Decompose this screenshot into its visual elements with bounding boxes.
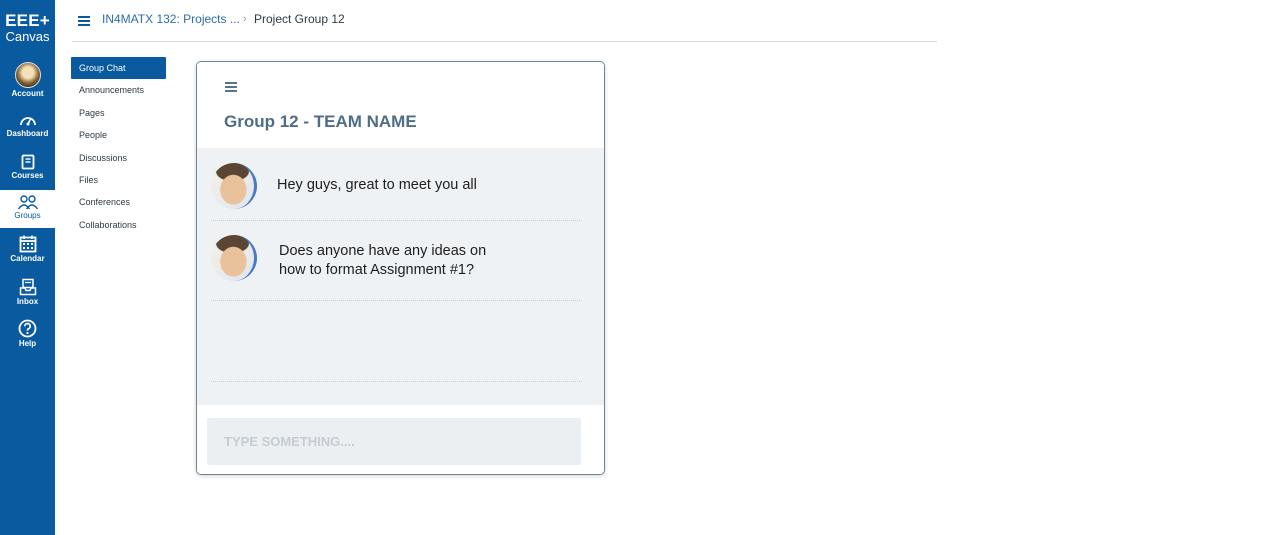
account-avatar-icon	[14, 62, 41, 88]
course-nav-files[interactable]: Files	[71, 169, 166, 191]
course-nav-announcements[interactable]: Announcements	[71, 79, 166, 101]
inbox-icon	[19, 278, 36, 296]
chat-input-area	[197, 405, 604, 474]
global-nav-calendar[interactable]: Calendar	[0, 235, 55, 263]
logo-line1: EEE+	[5, 11, 50, 30]
global-nav: EEE+ Canvas Account Dashboard Courses Gr…	[0, 0, 55, 535]
group-chat-panel: Group 12 - TEAM NAME Hey guys, great to …	[196, 61, 605, 475]
global-nav-label: Help	[18, 339, 37, 348]
calendar-icon	[19, 235, 36, 253]
global-nav-dashboard[interactable]: Dashboard	[0, 112, 55, 138]
message-divider	[211, 381, 582, 382]
global-nav-help[interactable]: Help	[0, 319, 55, 348]
courses-icon	[21, 154, 34, 170]
global-nav-label: Inbox	[16, 297, 39, 306]
chat-message-text: Hey guys, great to meet you all	[277, 176, 477, 195]
help-icon	[18, 319, 37, 338]
course-nav-group-chat[interactable]: Group Chat	[71, 57, 166, 80]
message-line: how to format Assignment #1?	[279, 262, 475, 278]
global-nav-label: Account	[11, 89, 44, 98]
course-nav-discussions[interactable]: Discussions	[71, 147, 166, 169]
dashboard-icon	[19, 117, 36, 126]
global-nav-groups[interactable]: Groups	[0, 190, 55, 228]
eee-canvas-logo[interactable]: EEE+ Canvas	[0, 12, 55, 43]
chat-group-title: Group 12 - TEAM NAME	[224, 112, 417, 131]
chat-message: Hey guys, great to meet you all	[211, 163, 581, 209]
global-nav-courses[interactable]: Courses	[0, 154, 55, 180]
chat-messages: Hey guys, great to meet you all Does any…	[197, 148, 604, 405]
chat-header: Group 12 - TEAM NAME	[197, 62, 604, 148]
logo-line2: Canvas	[5, 29, 50, 44]
course-nav-people[interactable]: People	[71, 124, 166, 146]
global-nav-label: Groups	[14, 211, 41, 220]
chat-message-text: Does anyone have any ideas on how to for…	[279, 242, 486, 280]
message-divider	[211, 300, 582, 301]
chat-menu-icon[interactable]	[225, 82, 237, 93]
message-divider	[211, 220, 582, 221]
groups-icon	[17, 195, 38, 210]
user-avatar	[211, 235, 257, 281]
breadcrumb-current: Project Group 12	[254, 12, 345, 26]
course-nav: Group Chat Announcements Pages People Di…	[71, 57, 166, 236]
global-nav-label: Calendar	[10, 254, 45, 263]
global-nav-label: Courses	[11, 171, 44, 180]
global-nav-inbox[interactable]: Inbox	[0, 278, 55, 306]
course-nav-collaborations[interactable]: Collaborations	[71, 214, 166, 236]
global-nav-account[interactable]: Account	[0, 62, 55, 98]
message-line: Hey guys, great to meet you all	[277, 177, 477, 193]
breadcrumb-separator: ›	[243, 13, 247, 25]
course-nav-conferences[interactable]: Conferences	[71, 191, 166, 213]
chat-message-input[interactable]	[207, 418, 581, 465]
page-header: IN4MATX 132: Projects ... › Project Grou…	[72, 0, 937, 42]
message-line: Does anyone have any ideas on	[279, 243, 487, 259]
user-avatar	[211, 163, 257, 209]
global-nav-label: Dashboard	[6, 129, 49, 138]
breadcrumb-course-link[interactable]: IN4MATX 132: Projects ...	[102, 12, 240, 26]
course-nav-pages[interactable]: Pages	[71, 102, 166, 124]
chat-message: Does anyone have any ideas on how to for…	[211, 235, 581, 281]
course-menu-toggle-icon[interactable]	[78, 16, 90, 26]
